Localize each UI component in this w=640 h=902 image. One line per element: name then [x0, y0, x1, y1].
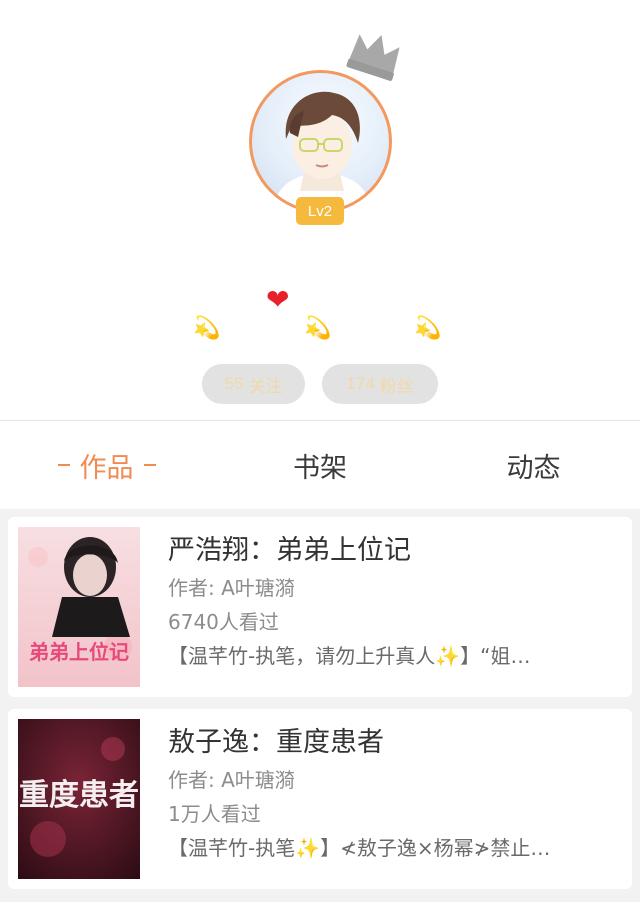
tab-bookshelf[interactable]: 书架 — [213, 421, 427, 509]
tab-label: 动态 — [506, 452, 561, 484]
follow-count: 55 — [224, 374, 244, 393]
work-author: 作者: A叶瑭漪 — [168, 768, 295, 792]
book-cover[interactable]: 弟弟上位记 — [18, 527, 140, 687]
work-description: 【温芊竹-执笔，请勿上升真人✨】“姐… — [168, 644, 531, 668]
active-indicator — [143, 464, 156, 466]
work-title[interactable]: 严浩翔：弟弟上位记 — [168, 531, 608, 571]
work-description: 【温芊竹-执笔✨】≮敖子逸×杨幂≯禁止… — [168, 836, 551, 860]
work-title[interactable]: 敖子逸：重度患者 — [168, 723, 608, 763]
fans-label: 粉丝 — [379, 376, 414, 396]
tab-label: 书架 — [293, 452, 347, 484]
tab-activity[interactable]: 动态 — [427, 421, 640, 509]
dizzy-icon: 💫 — [193, 316, 221, 341]
avatar-illustration — [276, 91, 368, 210]
list-item[interactable]: 重度患者 敖子逸：重度患者 作者: A叶瑭漪 1万人看过 【温芊竹-执笔✨】≮敖… — [8, 709, 632, 889]
book-cover[interactable]: 重度患者 — [18, 719, 140, 879]
list-item[interactable]: 弟弟上位记 严浩翔：弟弟上位记 作者: A叶瑭漪 6740人看过 【温芊竹-执笔… — [8, 517, 632, 697]
work-author: 作者: A叶瑭漪 — [168, 576, 295, 600]
tab-works[interactable]: 作品 — [0, 421, 213, 509]
level-badge: Lv2 — [296, 197, 344, 225]
fans-count-button[interactable]: 174 粉丝 — [322, 364, 438, 404]
works-list: 弟弟上位记 严浩翔：弟弟上位记 作者: A叶瑭漪 6740人看过 【温芊竹-执笔… — [0, 509, 640, 902]
avatar[interactable] — [249, 70, 392, 213]
cover-title: 重度患者 — [19, 778, 139, 813]
follow-label: 关注 — [248, 376, 283, 396]
cover-title: 弟弟上位记 — [29, 640, 129, 664]
profile-header: Lv2 ❤ 💫 💫 💫 55 关注 174 粉丝 — [0, 0, 640, 420]
tab-label: 作品 — [79, 452, 134, 484]
active-indicator — [57, 464, 70, 466]
dizzy-icon: 💫 — [304, 316, 332, 341]
follow-count-button[interactable]: 55 关注 — [202, 364, 305, 404]
dizzy-icon: 💫 — [414, 316, 442, 341]
tab-bar: 作品 书架 动态 — [0, 421, 640, 509]
heart-icon: ❤ — [266, 283, 290, 316]
fans-count: 174 — [346, 374, 375, 393]
work-views: 1万人看过 — [168, 802, 261, 826]
work-views: 6740人看过 — [168, 610, 279, 634]
